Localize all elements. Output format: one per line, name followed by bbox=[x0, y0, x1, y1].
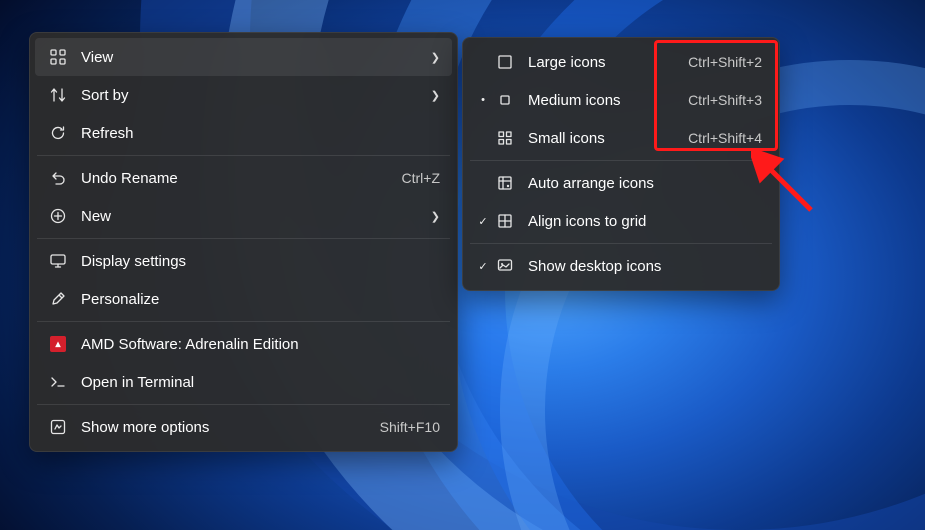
more-icon bbox=[47, 416, 69, 438]
square-icon bbox=[494, 51, 516, 73]
menu-separator bbox=[37, 238, 450, 239]
menu-item-label: Display settings bbox=[81, 253, 440, 270]
square-sm-icon bbox=[494, 89, 516, 111]
menu-item-refresh[interactable]: Refresh bbox=[35, 114, 452, 152]
menu-item-show[interactable]: ✓ Show desktop icons bbox=[468, 247, 774, 285]
menu-item-shortcut: Shift+F10 bbox=[380, 419, 440, 435]
menu-separator bbox=[37, 404, 450, 405]
menu-separator bbox=[37, 155, 450, 156]
menu-item-label: Personalize bbox=[81, 291, 440, 308]
desktop-icon bbox=[494, 255, 516, 277]
menu-item-shortcut: Ctrl+Shift+3 bbox=[688, 92, 762, 108]
menu-item-label: Auto arrange icons bbox=[528, 175, 762, 192]
chevron-right-icon: ❯ bbox=[426, 89, 440, 102]
menu-item-label: Show more options bbox=[81, 419, 370, 436]
menu-item-amd[interactable]: ▴ AMD Software: Adrenalin Edition bbox=[35, 325, 452, 363]
menu-separator bbox=[37, 321, 450, 322]
refresh-icon bbox=[47, 122, 69, 144]
menu-item-label: Show desktop icons bbox=[528, 258, 762, 275]
bullet-mark-icon: • bbox=[474, 94, 492, 106]
chevron-right-icon: ❯ bbox=[426, 210, 440, 223]
menu-item-label: Align icons to grid bbox=[528, 213, 762, 230]
menu-item-label: Sort by bbox=[81, 87, 420, 104]
desktop-context-menu: View ❯ Sort by ❯ Refresh Undo Rename Ctrl+Z New… bbox=[29, 32, 458, 452]
auto-icon bbox=[494, 172, 516, 194]
menu-item-label: Refresh bbox=[81, 125, 440, 142]
menu-item-shortcut: Ctrl+Z bbox=[402, 170, 441, 186]
menu-separator bbox=[470, 243, 772, 244]
menu-item-shortcut: Ctrl+Shift+2 bbox=[688, 54, 762, 70]
menu-item-label: Small icons bbox=[528, 130, 678, 147]
view-submenu: Large icons Ctrl+Shift+2 • Medium icons Ctrl… bbox=[462, 37, 780, 291]
menu-item-view[interactable]: View ❯ bbox=[35, 38, 452, 76]
check-mark-icon: ✓ bbox=[474, 215, 492, 228]
display-icon bbox=[47, 250, 69, 272]
menu-item-label: Open in Terminal bbox=[81, 374, 440, 391]
menu-separator bbox=[470, 160, 772, 161]
terminal-icon bbox=[47, 371, 69, 393]
menu-item-new[interactable]: New ❯ bbox=[35, 197, 452, 235]
menu-item-display[interactable]: Display settings bbox=[35, 242, 452, 280]
menu-item-more[interactable]: Show more options Shift+F10 bbox=[35, 408, 452, 446]
menu-item-sortby[interactable]: Sort by ❯ bbox=[35, 76, 452, 114]
grid4-icon bbox=[494, 127, 516, 149]
menu-item-undo[interactable]: Undo Rename Ctrl+Z bbox=[35, 159, 452, 197]
menu-item-small[interactable]: Small icons Ctrl+Shift+4 bbox=[468, 119, 774, 157]
brush-icon bbox=[47, 288, 69, 310]
menu-item-label: AMD Software: Adrenalin Edition bbox=[81, 336, 440, 353]
plus-icon bbox=[47, 205, 69, 227]
menu-item-auto[interactable]: Auto arrange icons bbox=[468, 164, 774, 202]
menu-item-terminal[interactable]: Open in Terminal bbox=[35, 363, 452, 401]
menu-item-medium[interactable]: • Medium icons Ctrl+Shift+3 bbox=[468, 81, 774, 119]
sort-icon bbox=[47, 84, 69, 106]
menu-item-label: New bbox=[81, 208, 420, 225]
grid-icon bbox=[47, 46, 69, 68]
menu-item-label: Undo Rename bbox=[81, 170, 392, 187]
menu-item-label: Large icons bbox=[528, 54, 678, 71]
chevron-right-icon: ❯ bbox=[426, 51, 440, 64]
menu-item-label: Medium icons bbox=[528, 92, 678, 109]
menu-item-label: View bbox=[81, 49, 420, 66]
amd-icon: ▴ bbox=[47, 333, 69, 355]
undo-icon bbox=[47, 167, 69, 189]
align-icon bbox=[494, 210, 516, 232]
menu-item-large[interactable]: Large icons Ctrl+Shift+2 bbox=[468, 43, 774, 81]
menu-item-shortcut: Ctrl+Shift+4 bbox=[688, 130, 762, 146]
check-mark-icon: ✓ bbox=[474, 260, 492, 273]
menu-item-align[interactable]: ✓ Align icons to grid bbox=[468, 202, 774, 240]
menu-item-personalize[interactable]: Personalize bbox=[35, 280, 452, 318]
